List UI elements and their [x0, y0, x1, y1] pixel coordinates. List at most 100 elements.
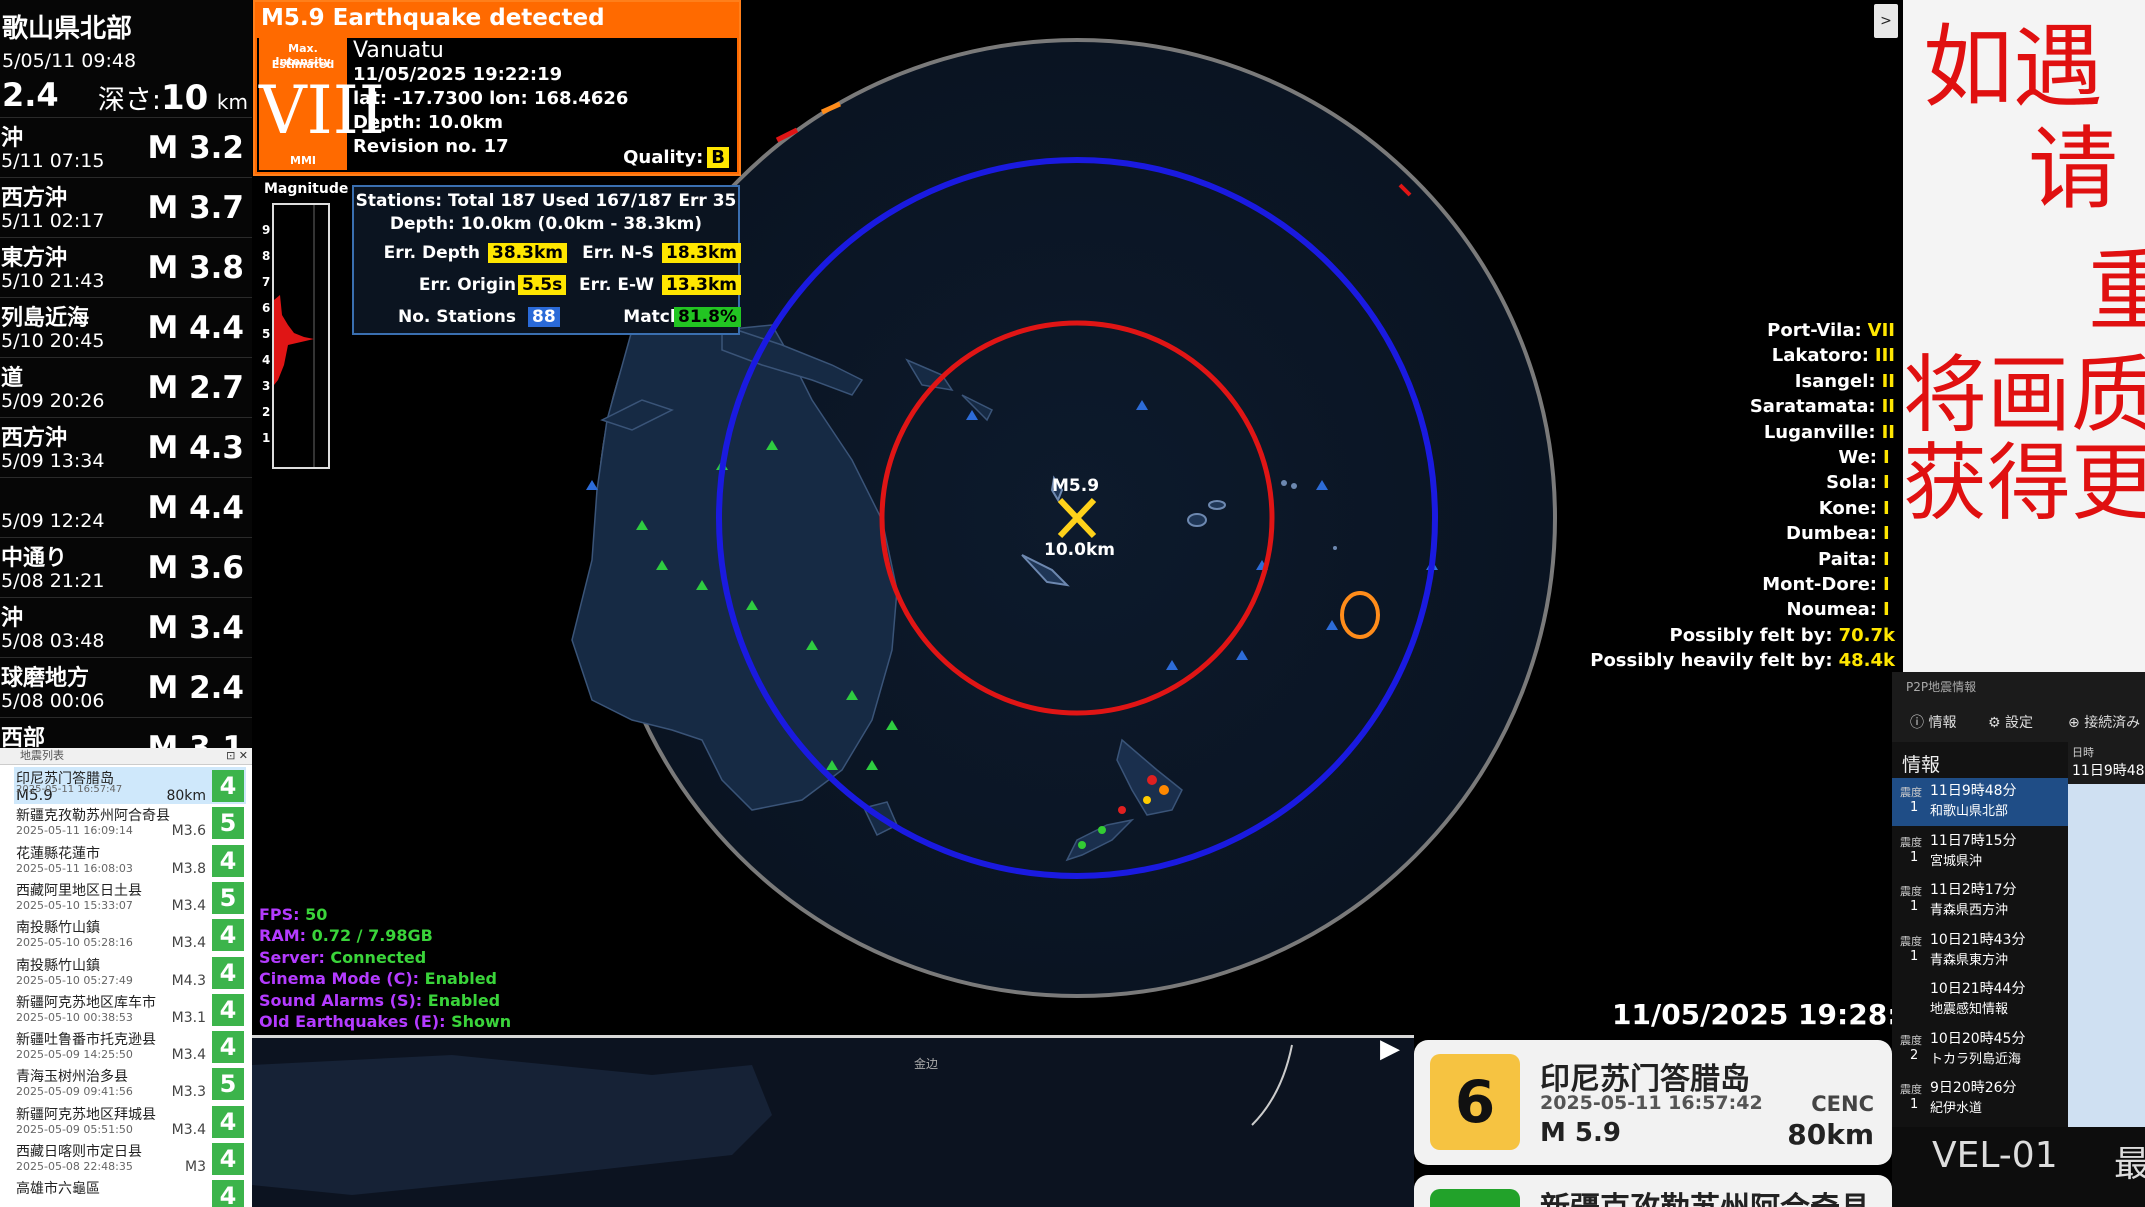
info-item-number: 1 — [1910, 800, 1919, 815]
city-name: Possibly felt by: — [1669, 624, 1833, 646]
station-statistics-panel: Stations: Total 187 Used 167/187 Err 35 … — [352, 185, 741, 335]
city-intensity-value: I — [1883, 548, 1890, 570]
info-list-header: 情報 — [1902, 754, 1941, 776]
quality-label: Quality: — [623, 147, 704, 168]
city-name: Saratamata: — [1749, 396, 1876, 418]
quake-list-row[interactable]: 沖 5/08 03:48 M 3.4 — [0, 598, 252, 658]
quake-row-time: 5/09 12:24 — [1, 510, 105, 532]
info-item-tag: 震度 — [1900, 934, 1922, 948]
info-item-tag: 震度 — [1900, 835, 1922, 849]
info-item-tag: 震度 — [1900, 1033, 1922, 1047]
cn-list-titlebar: 地震列表 ⊡ ✕ — [0, 748, 252, 765]
play-arrow-icon[interactable]: ▶ — [1380, 1034, 1404, 1068]
cn-item-magnitude: M3.4 — [171, 1047, 206, 1064]
server-value: Connected — [330, 947, 427, 967]
cn-item-location: 南投縣竹山鎮 — [16, 920, 100, 937]
quake-list-row[interactable]: 沖 5/11 07:15 M 3.2 — [0, 118, 252, 178]
city-intensity-value: II — [1881, 370, 1895, 392]
city-name: Luganville: — [1763, 421, 1876, 443]
cn-quake-list-item[interactable]: 新疆克孜勒苏州阿合奇县 2025-05-11 16:09:14 M3.6 5 — [14, 804, 246, 841]
card-depth: 80km — [1787, 1118, 1874, 1151]
latest-quake-title: 歌山県北部 — [2, 14, 133, 44]
quake-row-location: 沖 — [1, 126, 24, 151]
alert-datetime: 11/05/2025 19:22:19 — [353, 64, 563, 85]
cn-quake-list-item[interactable]: 新疆阿克苏地区库车市 2025-05-10 00:38:53 M3.1 4 — [14, 991, 246, 1028]
cn-item-intensity-badge: 4 — [212, 1143, 244, 1175]
quake-row-location: 西方沖 — [1, 186, 68, 211]
alert-depth: Depth: 10.0km — [353, 112, 504, 133]
quake-list-row[interactable]: 道 5/09 20:26 M 2.7 — [0, 358, 252, 418]
quake-list-row[interactable]: 東方沖 5/10 21:43 M 3.8 — [0, 238, 252, 298]
quake-row-magnitude: M 3.1 — [147, 730, 244, 750]
latest-quake-magnitude: 2.4 — [2, 76, 59, 114]
quake-list-row[interactable]: 西部 M 3.1 — [0, 718, 252, 750]
city-name: Dumbea: — [1786, 523, 1877, 545]
quake-list-row[interactable]: 西方沖 5/11 02:17 M 3.7 — [0, 178, 252, 238]
city-intensity-value: I — [1883, 599, 1890, 621]
city-intensity-value: II — [1881, 396, 1895, 418]
cn-quake-list-item[interactable]: 青海玉树州治多县 2025-05-09 09:41:56 M3.3 5 — [14, 1065, 246, 1102]
tab-status-label: 接続済み — [2084, 715, 2141, 731]
cn-item-magnitude: M3.1 — [171, 1009, 206, 1026]
ram-label: RAM: — [259, 926, 307, 946]
quake-list-row[interactable]: 中通り 5/08 21:21 M 3.6 — [0, 538, 252, 598]
info-list-item[interactable]: 震度 11日2時17分 1 青森県西方沖 — [1892, 877, 2068, 925]
collapse-panel-button[interactable]: > — [1874, 4, 1898, 38]
city-intensity-row: Lakatoro: III — [1772, 345, 1895, 366]
cn-quake-list-item[interactable]: 新疆吐鲁番市托克逊县 2025-05-09 14:25:50 M3.4 4 — [14, 1028, 246, 1065]
city-intensity-value: VII — [1867, 320, 1895, 341]
cn-item-location: 西藏日喀则市定日县 — [16, 1144, 142, 1160]
mmi-value: VIII — [259, 72, 385, 149]
fiji-island — [1187, 513, 1207, 527]
cn-item-magnitude: M3.6 — [171, 823, 206, 840]
err-ns-label: Err. N-S — [582, 243, 654, 263]
cenc-quake-card[interactable]: 6 印尼苏门答腊岛 2025-05-11 16:57:42 M 5.9 CENC… — [1414, 1040, 1892, 1165]
info-list-item[interactable]: 震度 9日20時26分 1 紀伊水道 — [1892, 1075, 2068, 1123]
magnitude-histogram-svg — [274, 205, 315, 467]
cn-quake-list-item[interactable]: 高雄市六龜區 4 — [14, 1177, 246, 1207]
quake-row-location: 道 — [1, 366, 24, 391]
quake-row-location: 球磨地方 — [1, 666, 90, 691]
max-intensity-badge: Max. Intensity Estimated VIII MMI — [259, 38, 385, 170]
info-list-item[interactable]: 震度 11日9時48分 1 和歌山県北部 — [1892, 778, 2068, 826]
quake-list-row[interactable]: 5/09 12:24 M 4.4 — [0, 478, 252, 538]
cn-quake-list-item[interactable]: 花蓮縣花蓮市 2025-05-11 16:08:03 M3.8 4 — [14, 842, 246, 879]
city-intensity-row: Saratamata: II — [1750, 396, 1895, 417]
info-item-location: 青森県西方沖 — [1930, 903, 2009, 918]
cn-quake-list-item[interactable]: 新疆阿克苏地区拜城县 2025-05-09 05:51:50 M3.4 4 — [14, 1103, 246, 1140]
info-list-item[interactable]: 震度 10日20時45分 2 トカラ列島近海 — [1892, 1026, 2068, 1074]
cn-quake-list-item[interactable]: 西藏日喀则市定日县 2025-05-08 22:48:35 M3 4 — [14, 1140, 246, 1177]
fps-label: FPS: — [259, 905, 300, 924]
info-item-number: 1 — [1910, 1097, 1919, 1112]
cn-quake-list-item[interactable]: 西藏阿里地区日土县 2025-05-10 15:33:07 M3.4 5 — [14, 879, 246, 916]
info-list-item[interactable]: 震度 10日21時43分 1 青森県東方沖 — [1892, 927, 2068, 975]
mini-map-time: 11日9時48分 — [2072, 763, 2145, 779]
quake-list-row[interactable]: 列島近海 5/10 20:45 M 4.4 — [0, 298, 252, 358]
magnitude-tick-label: 2 — [262, 405, 271, 419]
tab-status[interactable]: ⊕ 接続済み — [2068, 712, 2140, 732]
cn-item-intensity-badge: 4 — [212, 1105, 244, 1138]
secondary-map-strip[interactable]: 金边 — [252, 1035, 1414, 1207]
info-item-date: 10日21時43分 — [1930, 931, 2026, 948]
info-item-date: 11日9時48分 — [1930, 783, 2017, 799]
depth-label: 深さ: — [97, 85, 161, 116]
tab-settings[interactable]: ⚙ 設定 — [1988, 712, 2033, 732]
cn-item-magnitude: M4.3 — [171, 972, 206, 989]
info-item-date: 11日2時17分 — [1930, 882, 2017, 898]
window-controls-icon[interactable]: ⊡ ✕ — [226, 748, 248, 764]
quake-row-magnitude: M 3.7 — [147, 190, 244, 226]
tab-info[interactable]: ⓘ 情報 — [1910, 712, 1956, 732]
quake-list-row[interactable]: 球磨地方 5/08 00:06 M 2.4 — [0, 658, 252, 718]
cn-item-time: 2025-05-10 00:38:53 — [16, 1010, 133, 1024]
secondary-quake-card[interactable]: 新疆克孜勒苏州阿合奇县 — [1414, 1175, 1892, 1207]
info-list-item[interactable]: 10日21時44分 地震感知情報 — [1892, 976, 2068, 1024]
latest-quake-header[interactable]: 歌山県北部 5/05/11 09:48 2.4 深さ:10 km — [0, 0, 252, 118]
cn-item-intensity-badge: 4 — [212, 1180, 244, 1207]
info-list-item[interactable]: 震度 11日7時15分 1 宮城県沖 — [1892, 828, 2068, 876]
city-intensity-row: Kone: I — [1819, 498, 1895, 519]
quake-list-row[interactable]: 西方沖 5/09 13:34 M 4.3 — [0, 418, 252, 478]
cn-quake-list-item[interactable]: 南投縣竹山鎮 2025-05-10 05:27:49 M4.3 4 — [14, 954, 246, 991]
cn-quake-list-item[interactable]: 南投縣竹山鎮 2025-05-10 05:28:16 M3.4 4 — [14, 916, 246, 953]
earthquake-alert-panel[interactable]: M5.9 Earthquake detected Max. Intensity … — [253, 0, 741, 176]
cn-quake-list-item[interactable]: 印尼苏门答腊岛 M5.9 80km 2025-05-11 16:57:47 4 — [14, 767, 246, 804]
